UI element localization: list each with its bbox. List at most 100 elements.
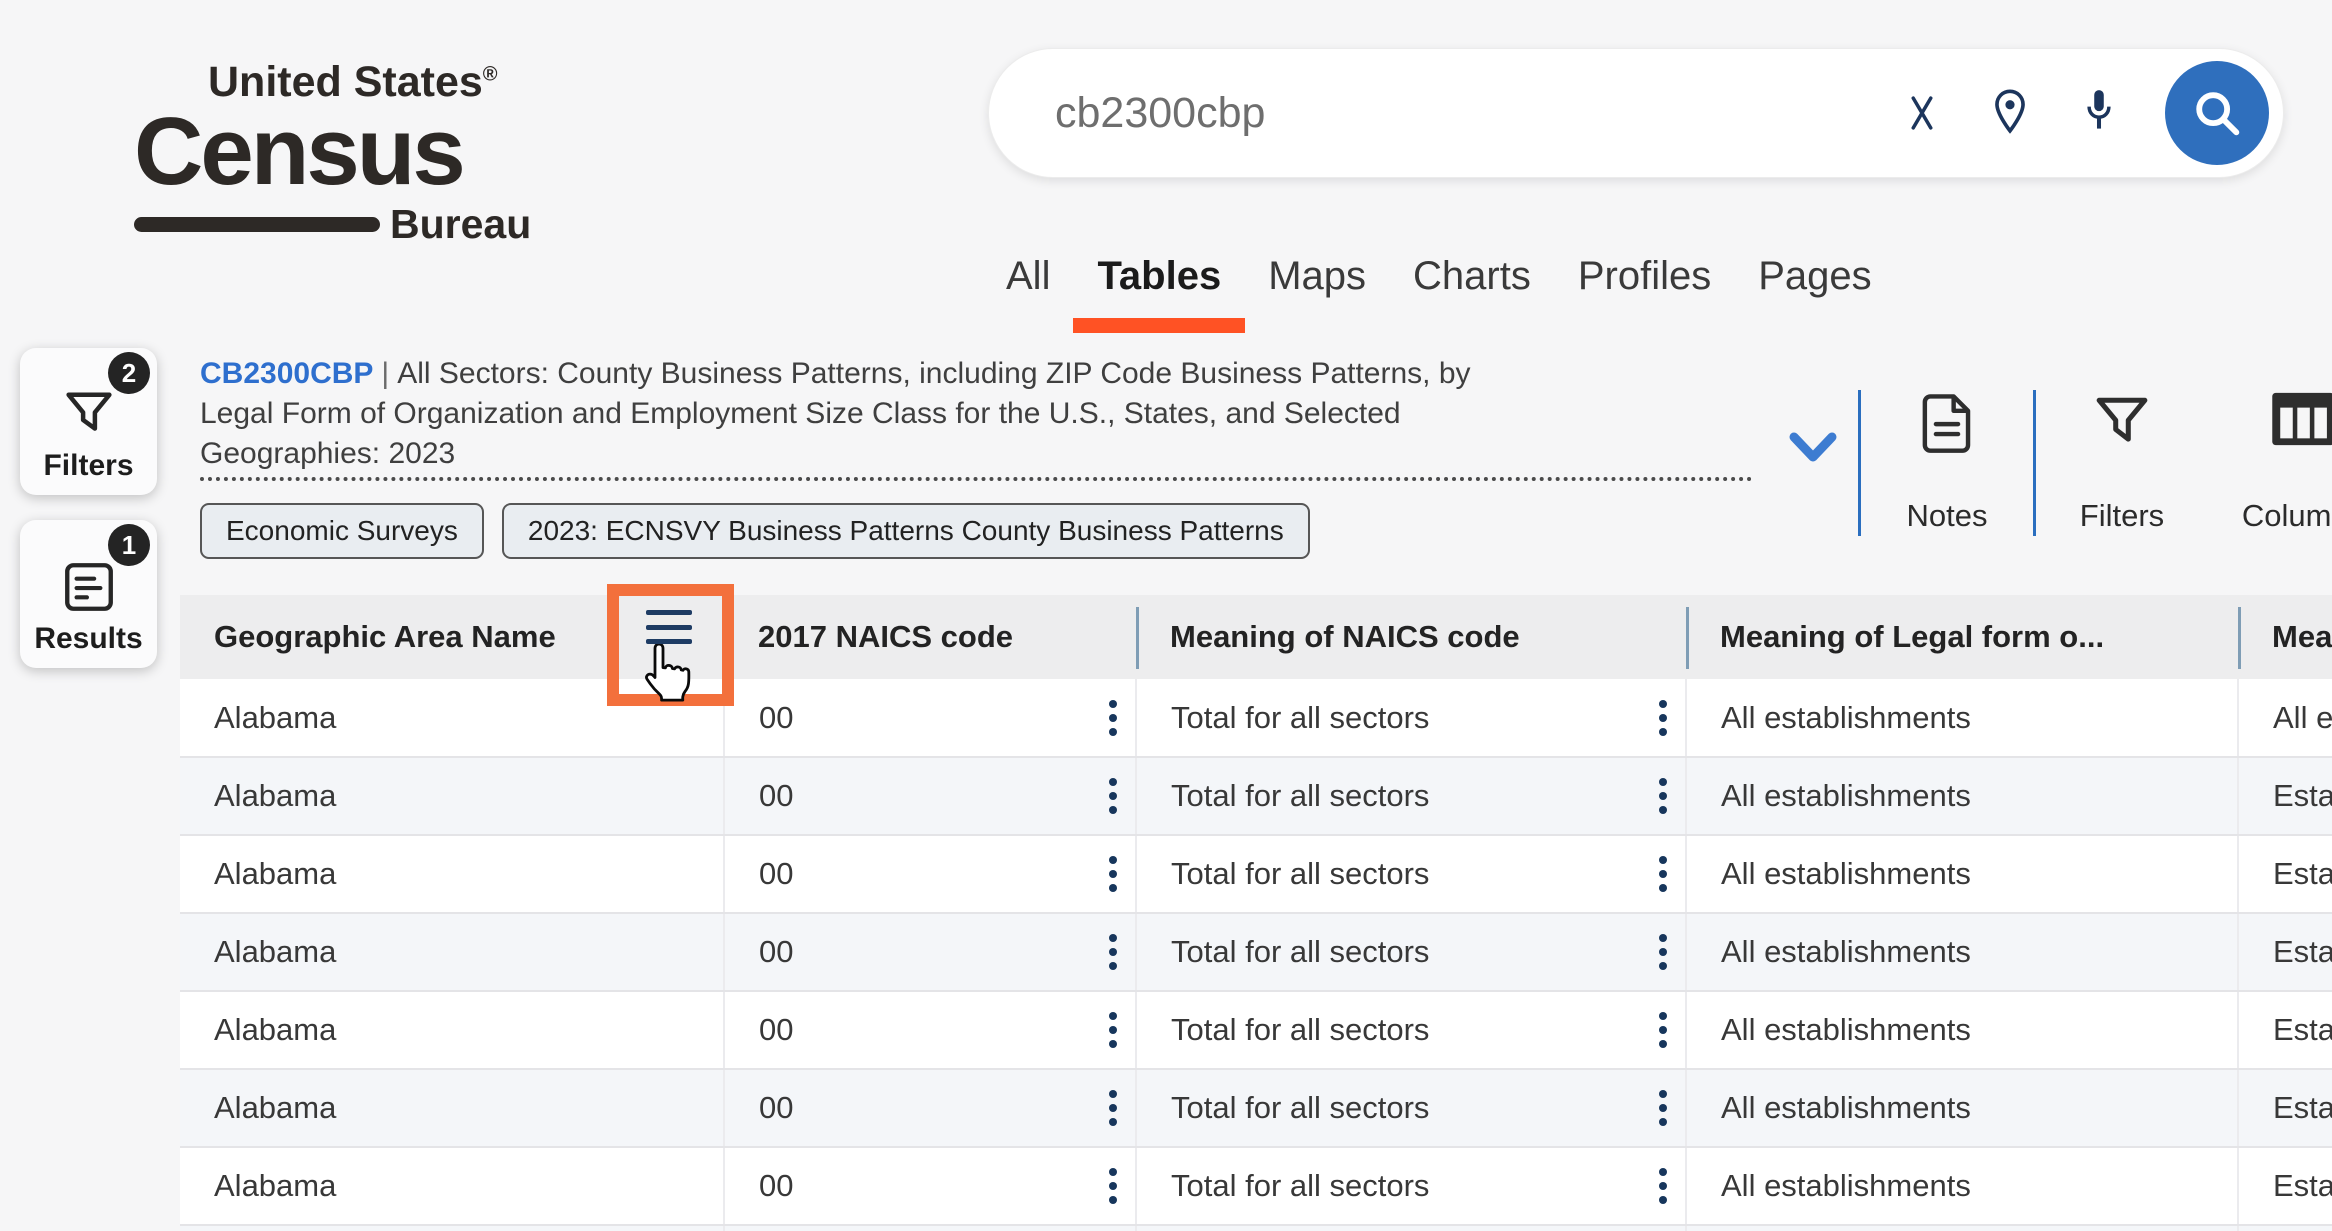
- table-cell: Alabama: [180, 913, 724, 991]
- registered-mark: ®: [483, 64, 498, 86]
- table-cell: Total for all sectors: [1136, 835, 1686, 913]
- table-cell: All establishments: [1686, 679, 2238, 757]
- sidebar-filters-label: Filters: [43, 449, 133, 483]
- logo-bureau: Bureau: [390, 201, 531, 248]
- results-data-table: Geographic Area Name2017 NAICS codeMeani…: [180, 595, 2332, 1231]
- tab-tables[interactable]: Tables: [1097, 252, 1221, 320]
- column-header-4[interactable]: Meaning of Legal form o...: [1686, 595, 2238, 679]
- expand-title-button[interactable]: [1787, 430, 1839, 467]
- table-cell: Alabama: [180, 757, 724, 835]
- clear-search-button[interactable]: [1901, 90, 1943, 136]
- table-cell: All establishments: [1686, 757, 2238, 835]
- table-code-link[interactable]: CB2300CBP: [200, 357, 373, 390]
- tab-charts[interactable]: Charts: [1413, 252, 1531, 320]
- cell-text: 00: [759, 934, 793, 969]
- sidebar-results-button[interactable]: Results 1: [20, 520, 157, 668]
- cell-text: All establishments: [1721, 934, 1971, 969]
- table-title-line1: CB2300CBP|All Sectors: County Business P…: [200, 354, 1760, 394]
- filter-funnel-icon: [59, 383, 119, 443]
- table-cell: Alabama: [180, 991, 724, 1069]
- table-header-row: Geographic Area Name2017 NAICS codeMeani…: [180, 595, 2332, 679]
- cell-text: Total for all sectors: [1171, 934, 1429, 969]
- table-row: Alabama 00 Total for all sectorsAll establ…: [180, 991, 2332, 1069]
- cell-menu-kebab-icon[interactable]: [1659, 778, 1667, 814]
- cell-menu-kebab-icon[interactable]: [1109, 700, 1117, 736]
- tab-pages[interactable]: Pages: [1758, 252, 1871, 320]
- cell-menu-kebab-icon[interactable]: [1109, 1090, 1117, 1126]
- table-cell: 00: [724, 679, 1136, 757]
- notes-button[interactable]: Notes: [1861, 388, 2033, 538]
- table-cell: Total for all sectors: [1136, 1147, 1686, 1225]
- column-header-2[interactable]: 2017 NAICS code: [724, 595, 1136, 679]
- table-cell: All establishments: [1686, 991, 2238, 1069]
- cell-text: All establishments: [1721, 700, 1971, 735]
- notes-document-icon: [1916, 390, 1978, 456]
- table-cell: 00: [724, 913, 1136, 991]
- cell-menu-kebab-icon[interactable]: [1109, 934, 1117, 970]
- table-cell: Esta: [2238, 913, 2332, 991]
- cell-text: Total for all sectors: [1171, 1168, 1429, 1203]
- sidebar-filters-button[interactable]: Filters 2: [20, 348, 157, 495]
- cell-text: Esta: [2273, 1090, 2332, 1125]
- cell-text: All e: [2273, 700, 2332, 735]
- column-menu-button[interactable]: [646, 610, 692, 644]
- cursor-pointer-hand: [640, 644, 698, 708]
- cell-menu-kebab-icon[interactable]: [1109, 1168, 1117, 1204]
- table-cell: 00: [724, 757, 1136, 835]
- tab-label: Maps: [1268, 254, 1366, 298]
- tab-label: All: [1006, 254, 1050, 298]
- notes-label: Notes: [1907, 498, 1988, 538]
- columns-button[interactable]: Columns: [2208, 388, 2332, 538]
- cell-text: Esta: [2273, 856, 2332, 891]
- table-cell: Alabama: [180, 1147, 724, 1225]
- tab-maps[interactable]: Maps: [1268, 252, 1366, 320]
- sidebar-results-label: Results: [34, 622, 142, 656]
- table-row: Alabama00 Total for all sectors All establ…: [180, 757, 2332, 835]
- columns-label: Columns: [2242, 498, 2332, 538]
- cell-text: All establishments: [1721, 1090, 1971, 1125]
- cell-text: 00: [759, 1012, 793, 1047]
- cell-text: Total for all sectors: [1171, 778, 1429, 813]
- title-text-1: All Sectors: County Business Patterns, i…: [397, 357, 1470, 390]
- cell-menu-kebab-icon[interactable]: [1659, 934, 1667, 970]
- table-cell: All establishments: [1686, 1147, 2238, 1225]
- table-row: Alabama00Total for all sectorsAll establ…: [180, 679, 2332, 757]
- cell-text: All establishments: [1721, 778, 1971, 813]
- table-row: Alabama00Total for all sectorsAll establ…: [180, 1069, 2332, 1147]
- voice-search-button[interactable]: [2077, 85, 2121, 141]
- table-row: Alabama 00 Total for all sectors All establ…: [180, 913, 2332, 991]
- column-header-5[interactable]: Mea: [2238, 595, 2332, 679]
- table-cell: 00: [724, 1069, 1136, 1147]
- cell-menu-kebab-icon[interactable]: [1659, 856, 1667, 892]
- cell-text: Alabama: [214, 1090, 336, 1125]
- table-cell: Alabama: [180, 1069, 724, 1147]
- location-search-button[interactable]: [1987, 87, 2033, 139]
- table-cell: Total for all sectors: [1136, 913, 1686, 991]
- cell-menu-kebab-icon[interactable]: [1659, 1168, 1667, 1204]
- cell-text: Alabama: [214, 934, 336, 969]
- result-type-tabs: All Tables Maps Charts Profiles Pages: [1006, 252, 1872, 320]
- cell-text: 00: [759, 856, 793, 891]
- cell-text: Total for all sectors: [1171, 700, 1429, 735]
- search-input[interactable]: [989, 89, 1901, 138]
- dataset-tag: 2023: ECNSVY Business Patterns County Bu…: [502, 503, 1310, 559]
- census-bureau-logo: United States® Census Bureau: [134, 58, 516, 248]
- table-toolbar: Notes Filters Columns: [1858, 388, 2332, 538]
- dataset-tag: Economic Surveys: [200, 503, 484, 559]
- cell-menu-kebab-icon[interactable]: [1659, 1012, 1667, 1048]
- tab-label: Tables: [1097, 254, 1221, 298]
- cell-menu-kebab-icon[interactable]: [1659, 700, 1667, 736]
- tab-all[interactable]: All: [1006, 252, 1050, 320]
- filters-button[interactable]: Filters: [2036, 388, 2208, 538]
- cell-menu-kebab-icon[interactable]: [1109, 778, 1117, 814]
- microphone-icon: [2077, 85, 2121, 141]
- tab-profiles[interactable]: Profiles: [1578, 252, 1711, 320]
- column-header-3[interactable]: Meaning of NAICS code: [1136, 595, 1686, 679]
- cell-text: Total for all sectors: [1171, 856, 1429, 891]
- cell-menu-kebab-icon[interactable]: [1659, 1090, 1667, 1126]
- table-cell: Total for all sectors: [1136, 991, 1686, 1069]
- cell-menu-kebab-icon[interactable]: [1109, 856, 1117, 892]
- cell-menu-kebab-icon[interactable]: [1109, 1012, 1117, 1048]
- table-cell: Alabama: [180, 835, 724, 913]
- search-submit-button[interactable]: [2165, 61, 2269, 165]
